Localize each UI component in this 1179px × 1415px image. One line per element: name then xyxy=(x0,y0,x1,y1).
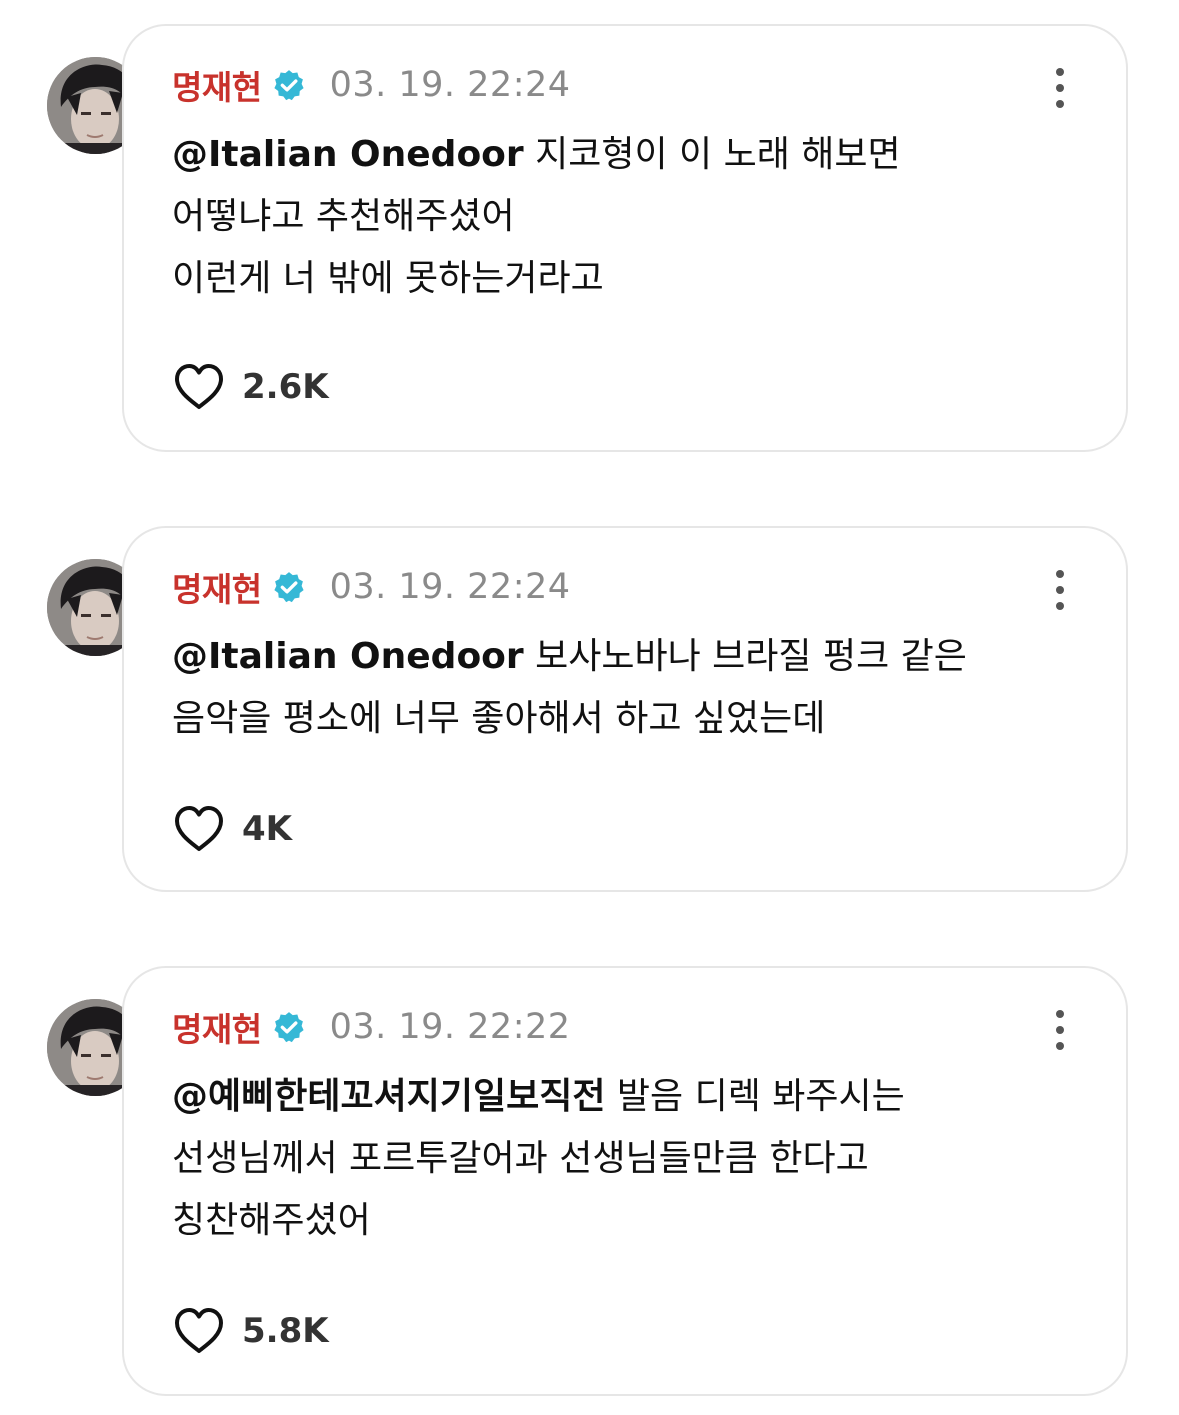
mention-link[interactable]: @Italian Onedoor xyxy=(172,134,524,175)
post-text-segment: 지코형이 이 노래 해보면 xyxy=(523,134,901,175)
post-timestamp: 03. 19. 22:24 xyxy=(329,567,571,607)
heart-outline-icon xyxy=(175,364,223,409)
post-text-line: 이런게 너 밖에 못하는거라고 xyxy=(172,258,604,299)
heart-outline-icon xyxy=(175,1308,223,1353)
post-card-3: 명재현 03. 19. 22:22 @예삐한테꼬셔지기일보직전 발음 디렉 봐주… xyxy=(0,966,1179,1396)
author-name[interactable]: 명재현 xyxy=(172,61,262,109)
post-text-line: 칭찬해주셨어 xyxy=(172,1200,371,1241)
post-timestamp: 03. 19. 22:24 xyxy=(329,65,571,105)
more-vertical-icon[interactable] xyxy=(1050,1010,1070,1050)
post-bubble: 명재현 03. 19. 22:22 @예삐한테꼬셔지기일보직전 발음 디렉 봐주… xyxy=(122,966,1128,1396)
author-name[interactable]: 명재현 xyxy=(172,563,262,611)
post-text-line: 음악을 평소에 너무 좋아해서 하고 싶었는데 xyxy=(172,698,826,739)
like-button[interactable]: 2.6K xyxy=(172,362,329,412)
post-bubble: 명재현 03. 19. 22:24 @Italian Onedoor 지코형이 … xyxy=(122,24,1128,452)
post-text-line: @예삐한테꼬셔지기일보직전 발음 디렉 봐주시는 xyxy=(172,1066,1072,1128)
author-name[interactable]: 명재현 xyxy=(172,1003,262,1051)
post-text: @Italian Onedoor 지코형이 이 노래 해보면 어떻냐고 추천해주… xyxy=(172,124,1072,310)
mention-link[interactable]: @예삐한테꼬셔지기일보직전 xyxy=(172,1076,605,1117)
post-card-2: 명재현 03. 19. 22:24 @Italian Onedoor 보사노바나… xyxy=(0,526,1179,892)
mention-link[interactable]: @Italian Onedoor xyxy=(172,636,524,677)
post-header: 명재현 03. 19. 22:24 xyxy=(172,562,571,612)
post-text-line: 선생님께서 포르투갈어과 선생님들만큼 한다고 xyxy=(172,1138,869,1179)
like-count: 5.8K xyxy=(242,1311,329,1351)
post-text: @Italian Onedoor 보사노바나 브라질 펑크 같은 음악을 평소에… xyxy=(172,626,1072,750)
like-button[interactable]: 4K xyxy=(172,804,292,854)
post-bubble: 명재현 03. 19. 22:24 @Italian Onedoor 보사노바나… xyxy=(122,526,1128,892)
post-text-segment: 보사노바나 브라질 펑크 같은 xyxy=(523,636,967,677)
post-text-line: 어떻냐고 추천해주셨어 xyxy=(172,196,515,237)
post-text-line: @Italian Onedoor 보사노바나 브라질 펑크 같은 xyxy=(172,626,1072,688)
post-text-line: @Italian Onedoor 지코형이 이 노래 해보면 xyxy=(172,124,1072,186)
post-text: @예삐한테꼬셔지기일보직전 발음 디렉 봐주시는 선생님께서 포르투갈어과 선생… xyxy=(172,1066,1072,1252)
heart-outline-icon xyxy=(175,806,223,851)
verified-badge-icon xyxy=(274,1012,304,1043)
verified-badge-icon xyxy=(274,70,304,101)
like-button[interactable]: 5.8K xyxy=(172,1306,329,1356)
more-vertical-icon[interactable] xyxy=(1050,570,1070,610)
like-count: 4K xyxy=(242,809,293,849)
more-vertical-icon[interactable] xyxy=(1050,68,1070,108)
like-count: 2.6K xyxy=(242,367,329,407)
post-header: 명재현 03. 19. 22:24 xyxy=(172,60,571,110)
post-card-1: 명재현 03. 19. 22:24 @Italian Onedoor 지코형이 … xyxy=(0,24,1179,454)
post-timestamp: 03. 19. 22:22 xyxy=(329,1007,571,1047)
verified-badge-icon xyxy=(274,572,304,603)
post-header: 명재현 03. 19. 22:22 xyxy=(172,1002,571,1052)
post-text-segment: 발음 디렉 봐주시는 xyxy=(605,1076,905,1117)
